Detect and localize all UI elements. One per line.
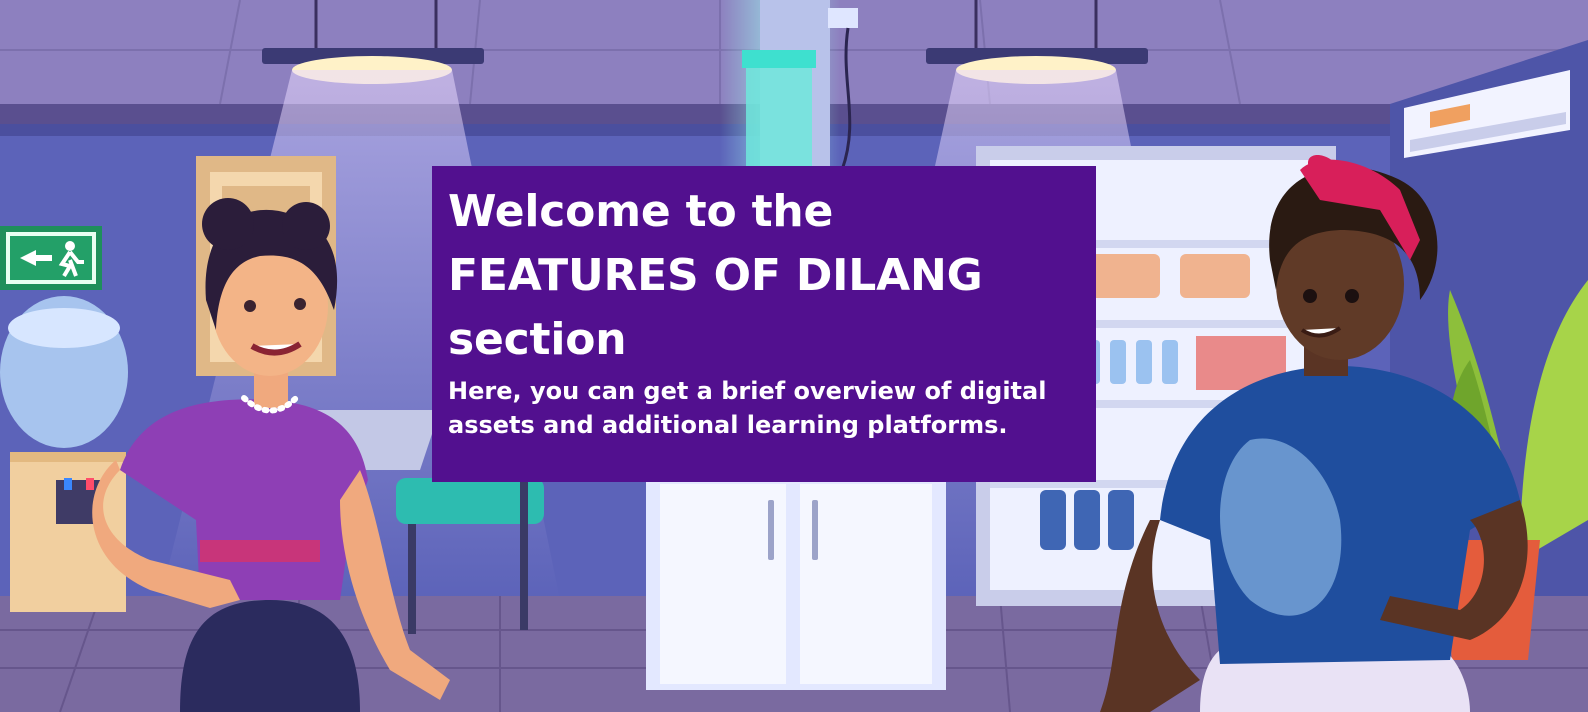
welcome-title: Welcome to the FEATURES OF DILANG sectio… [448,180,1080,372]
welcome-subtitle-line: Here, you can get a brief overview of di… [448,377,1047,405]
welcome-card: Welcome to the FEATURES OF DILANG sectio… [432,166,1096,482]
water-cooler-icon [0,296,128,612]
emergency-exit-sign-icon [0,226,102,290]
welcome-subtitle: Here, you can get a brief overview of di… [448,374,1080,442]
welcome-title-line: Welcome to the [448,186,834,237]
welcome-title-line: section [448,314,627,365]
welcome-subtitle-line: assets and additional learning platforms… [448,411,1008,439]
welcome-title-line: FEATURES OF DILANG [448,250,983,301]
